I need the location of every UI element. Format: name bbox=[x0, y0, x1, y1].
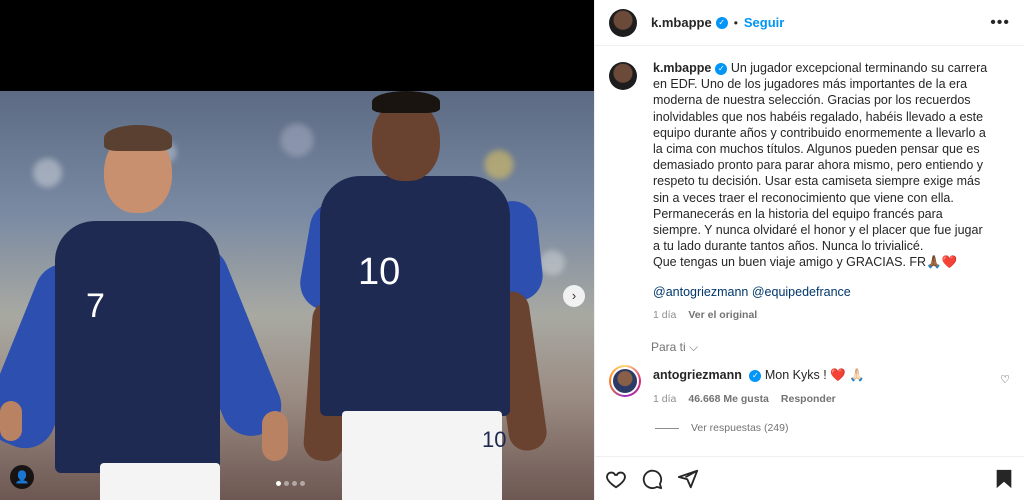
carousel-dot bbox=[300, 481, 305, 486]
comment-sort-dropdown[interactable]: Para ti ⌵ bbox=[651, 340, 698, 355]
comment-body: antogriezmann ✓ Mon Kyks ! ❤️ 🙏🏻 1 día 4… bbox=[653, 365, 1010, 405]
commenter-avatar[interactable] bbox=[609, 365, 641, 397]
comment-time[interactable]: 1 día bbox=[653, 393, 676, 405]
commenter-username[interactable]: antogriezmann bbox=[653, 368, 742, 382]
comment-like-icon[interactable]: ♡ bbox=[1000, 373, 1010, 386]
player-right: 10 10 bbox=[295, 91, 560, 500]
see-original-link[interactable]: Ver el original bbox=[688, 309, 757, 321]
comment-text: Mon Kyks ! bbox=[764, 368, 831, 382]
verified-badge-icon: ✓ bbox=[715, 16, 728, 29]
caption-meta: 1 día Ver el original bbox=[653, 309, 993, 321]
caption-avatar[interactable] bbox=[609, 62, 637, 90]
comment-meta: 1 día 46.668 Me gusta Responder bbox=[653, 393, 1010, 405]
view-replies-button[interactable]: Ver respuestas (249) bbox=[655, 422, 788, 434]
jersey-number-left: 7 bbox=[86, 287, 105, 325]
save-icon[interactable] bbox=[994, 468, 1014, 490]
follow-button[interactable]: Seguir bbox=[744, 15, 784, 30]
instagram-post-view: 7 10 10 › 👤 k.mbappe ✓ • Seguir ••• k.mb… bbox=[0, 0, 1024, 500]
author-avatar[interactable] bbox=[609, 8, 637, 37]
carousel-dots bbox=[276, 481, 305, 486]
player-left: 7 bbox=[0, 91, 300, 500]
author-username[interactable]: k.mbappe bbox=[651, 15, 712, 30]
comment-icon[interactable] bbox=[641, 468, 663, 490]
jersey-number-right: 10 bbox=[358, 251, 401, 293]
comment-line: antogriezmann ✓ Mon Kyks ! ❤️ 🙏🏻 bbox=[653, 368, 1010, 383]
carousel-dot bbox=[292, 481, 297, 486]
post-header: k.mbappe ✓ • Seguir ••• bbox=[595, 0, 1024, 46]
caption-time[interactable]: 1 día bbox=[653, 309, 676, 321]
caption-text-block: k.mbappe ✓ Un jugador excepcional termina… bbox=[653, 60, 993, 271]
separator: • bbox=[733, 15, 738, 30]
view-replies-label: Ver respuestas (249) bbox=[691, 422, 789, 434]
comment-likes[interactable]: 46.668 Me gusta bbox=[688, 393, 769, 405]
shorts-number: 10 bbox=[482, 427, 507, 452]
verified-badge-icon: ✓ bbox=[715, 62, 728, 75]
caption-username[interactable]: k.mbappe bbox=[653, 61, 711, 75]
comments-section: k.mbappe ✓ Un jugador excepcional termina… bbox=[609, 60, 1010, 321]
replies-divider bbox=[655, 427, 679, 429]
carousel-dot bbox=[276, 481, 281, 486]
post-actions-bar bbox=[595, 456, 1024, 500]
verified-badge-icon: ✓ bbox=[749, 369, 762, 382]
caption-text: Un jugador excepcional terminando su car… bbox=[653, 61, 988, 270]
comment-emoji: ❤️ 🙏🏻 bbox=[830, 368, 865, 382]
caption-tags[interactable]: @antogriezmann @equipedefrance bbox=[653, 285, 993, 299]
post-photo[interactable]: 7 10 10 bbox=[0, 91, 594, 500]
comment-item: antogriezmann ✓ Mon Kyks ! ❤️ 🙏🏻 1 día 4… bbox=[609, 365, 1010, 405]
reply-button[interactable]: Responder bbox=[781, 393, 836, 405]
post-media[interactable]: 7 10 10 › 👤 bbox=[0, 0, 594, 500]
tagged-users-button[interactable]: 👤 bbox=[10, 465, 34, 489]
caption-body: k.mbappe ✓ Un jugador excepcional termina… bbox=[653, 60, 993, 321]
post-caption: k.mbappe ✓ Un jugador excepcional termina… bbox=[609, 60, 1010, 321]
like-icon[interactable] bbox=[605, 468, 627, 490]
share-icon[interactable] bbox=[677, 468, 699, 490]
post-sidebar: k.mbappe ✓ • Seguir ••• k.mbappe ✓ Un jug… bbox=[594, 0, 1024, 500]
next-slide-button[interactable]: › bbox=[563, 285, 585, 307]
carousel-dot bbox=[284, 481, 289, 486]
more-options-icon[interactable]: ••• bbox=[990, 14, 1010, 32]
